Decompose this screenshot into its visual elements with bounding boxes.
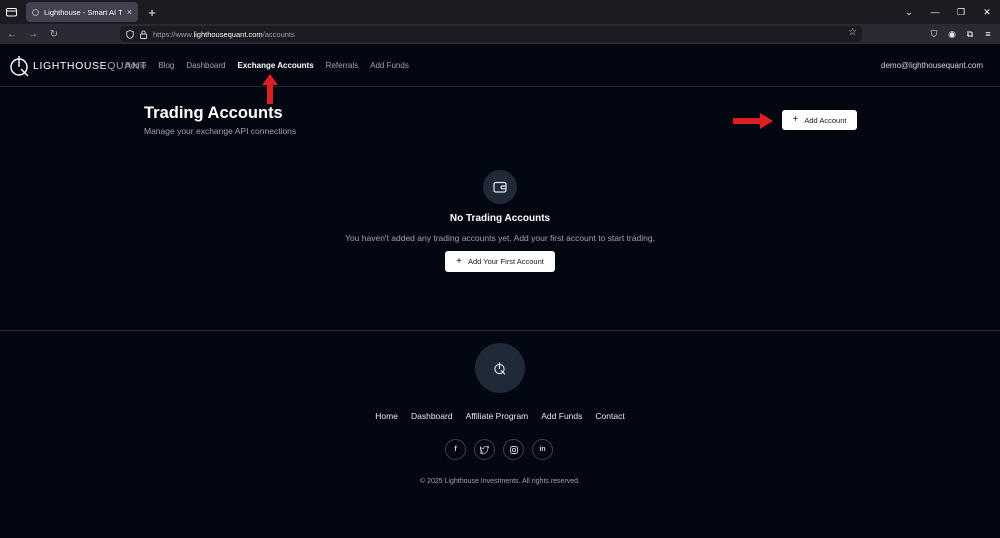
tab-list-button[interactable]	[0, 0, 22, 24]
site-header: LIGHTHOUSEQUANT Home Blog Dashboard Exch…	[0, 44, 1000, 87]
minimize-button[interactable]: —	[922, 7, 948, 17]
plus-icon: +	[792, 114, 799, 125]
footer-link-add-funds[interactable]: Add Funds	[541, 411, 582, 421]
nav-exchange-accounts[interactable]: Exchange Accounts	[238, 61, 314, 70]
user-email[interactable]: demo@lighthousequant.com	[881, 61, 983, 70]
annotation-arrow-up	[262, 74, 278, 104]
bookmark-star-icon[interactable]: ☆	[848, 27, 857, 38]
empty-state-icon-circle	[483, 170, 517, 204]
browser-nav-bar: ← → ↻ https://www.lighthousequant.com/ac…	[0, 24, 1000, 44]
footer-link-affiliate-program[interactable]: Affiliate Program	[466, 411, 529, 421]
instagram-icon[interactable]	[503, 439, 524, 460]
nav-add-funds[interactable]: Add Funds	[370, 61, 409, 70]
reload-button[interactable]: ↻	[45, 29, 63, 40]
nav-dashboard[interactable]: Dashboard	[186, 61, 225, 70]
nav-referrals[interactable]: Referrals	[326, 61, 358, 70]
close-window-button[interactable]: ✕	[974, 7, 1000, 18]
social-links: f in	[445, 439, 553, 460]
chevron-down-icon[interactable]: ⌄	[896, 7, 922, 18]
annotation-arrow-right	[733, 113, 773, 129]
favicon-icon	[32, 8, 39, 16]
nav-blog[interactable]: Blog	[158, 61, 174, 70]
empty-state-text: You haven't added any trading accounts y…	[345, 233, 655, 243]
add-account-label: Add Account	[804, 115, 847, 125]
wallet-icon	[493, 181, 507, 193]
tab-list-icon	[5, 8, 17, 17]
url-text: https://www.lighthousequant.com/accounts	[153, 29, 295, 39]
footer-link-contact[interactable]: Contact	[595, 411, 624, 421]
browser-toolbar-icons: ⛉ ◉ ⧉ ≡	[926, 24, 996, 44]
empty-state-title: No Trading Accounts	[449, 213, 551, 224]
footer-divider	[0, 330, 1000, 331]
facebook-icon[interactable]: f	[445, 439, 466, 460]
main-nav: Home Blog Dashboard Exchange Accounts Re…	[125, 61, 409, 70]
lock-icon[interactable]	[140, 30, 147, 39]
restore-button[interactable]: ❐	[948, 7, 974, 18]
page-subtitle: Manage your exchange API connections	[144, 126, 297, 136]
twitter-icon[interactable]	[474, 439, 495, 460]
forward-button[interactable]: →	[24, 29, 42, 40]
lighthouse-logo-icon	[494, 362, 506, 375]
url-security-icons	[126, 29, 147, 39]
pocket-icon[interactable]: ⛉	[926, 29, 942, 40]
extensions-icon[interactable]: ⧉	[962, 29, 978, 40]
add-account-button[interactable]: + Add Account	[782, 110, 857, 130]
lighthouse-logo-icon	[10, 56, 29, 77]
footer-logo[interactable]	[475, 343, 525, 393]
page-title: Trading Accounts	[144, 104, 283, 122]
tab-close-icon[interactable]: ×	[127, 7, 132, 17]
add-first-account-label: Add Your First Account	[467, 257, 544, 266]
menu-icon[interactable]: ≡	[980, 29, 996, 39]
browser-tab-bar: Lighthouse - Smart AI Trading × + ⌄ — ❐ …	[0, 0, 1000, 24]
footer-link-dashboard[interactable]: Dashboard	[411, 411, 453, 421]
linkedin-icon[interactable]: in	[532, 439, 553, 460]
window-controls: ⌄ — ❐ ✕	[896, 0, 1000, 24]
shield-icon[interactable]	[126, 29, 134, 39]
footer-links: Home Dashboard Affiliate Program Add Fun…	[0, 411, 1000, 421]
address-bar[interactable]: https://www.lighthousequant.com/accounts…	[120, 26, 862, 42]
copyright-text: © 2025 Lighthouse Investments. All right…	[419, 478, 581, 485]
tab-title: Lighthouse - Smart AI Trading	[44, 7, 122, 17]
instagram-glyph-icon	[509, 445, 518, 454]
twitter-bird-icon	[480, 445, 489, 454]
back-button[interactable]: ←	[3, 29, 21, 40]
nav-home[interactable]: Home	[125, 61, 146, 70]
footer-link-home[interactable]: Home	[375, 411, 398, 421]
account-icon[interactable]: ◉	[944, 29, 960, 40]
browser-tab-active[interactable]: Lighthouse - Smart AI Trading ×	[26, 2, 138, 22]
add-first-account-button[interactable]: + Add Your First Account	[445, 251, 555, 272]
plus-icon: +	[456, 255, 462, 267]
new-tab-button[interactable]: +	[142, 5, 162, 20]
